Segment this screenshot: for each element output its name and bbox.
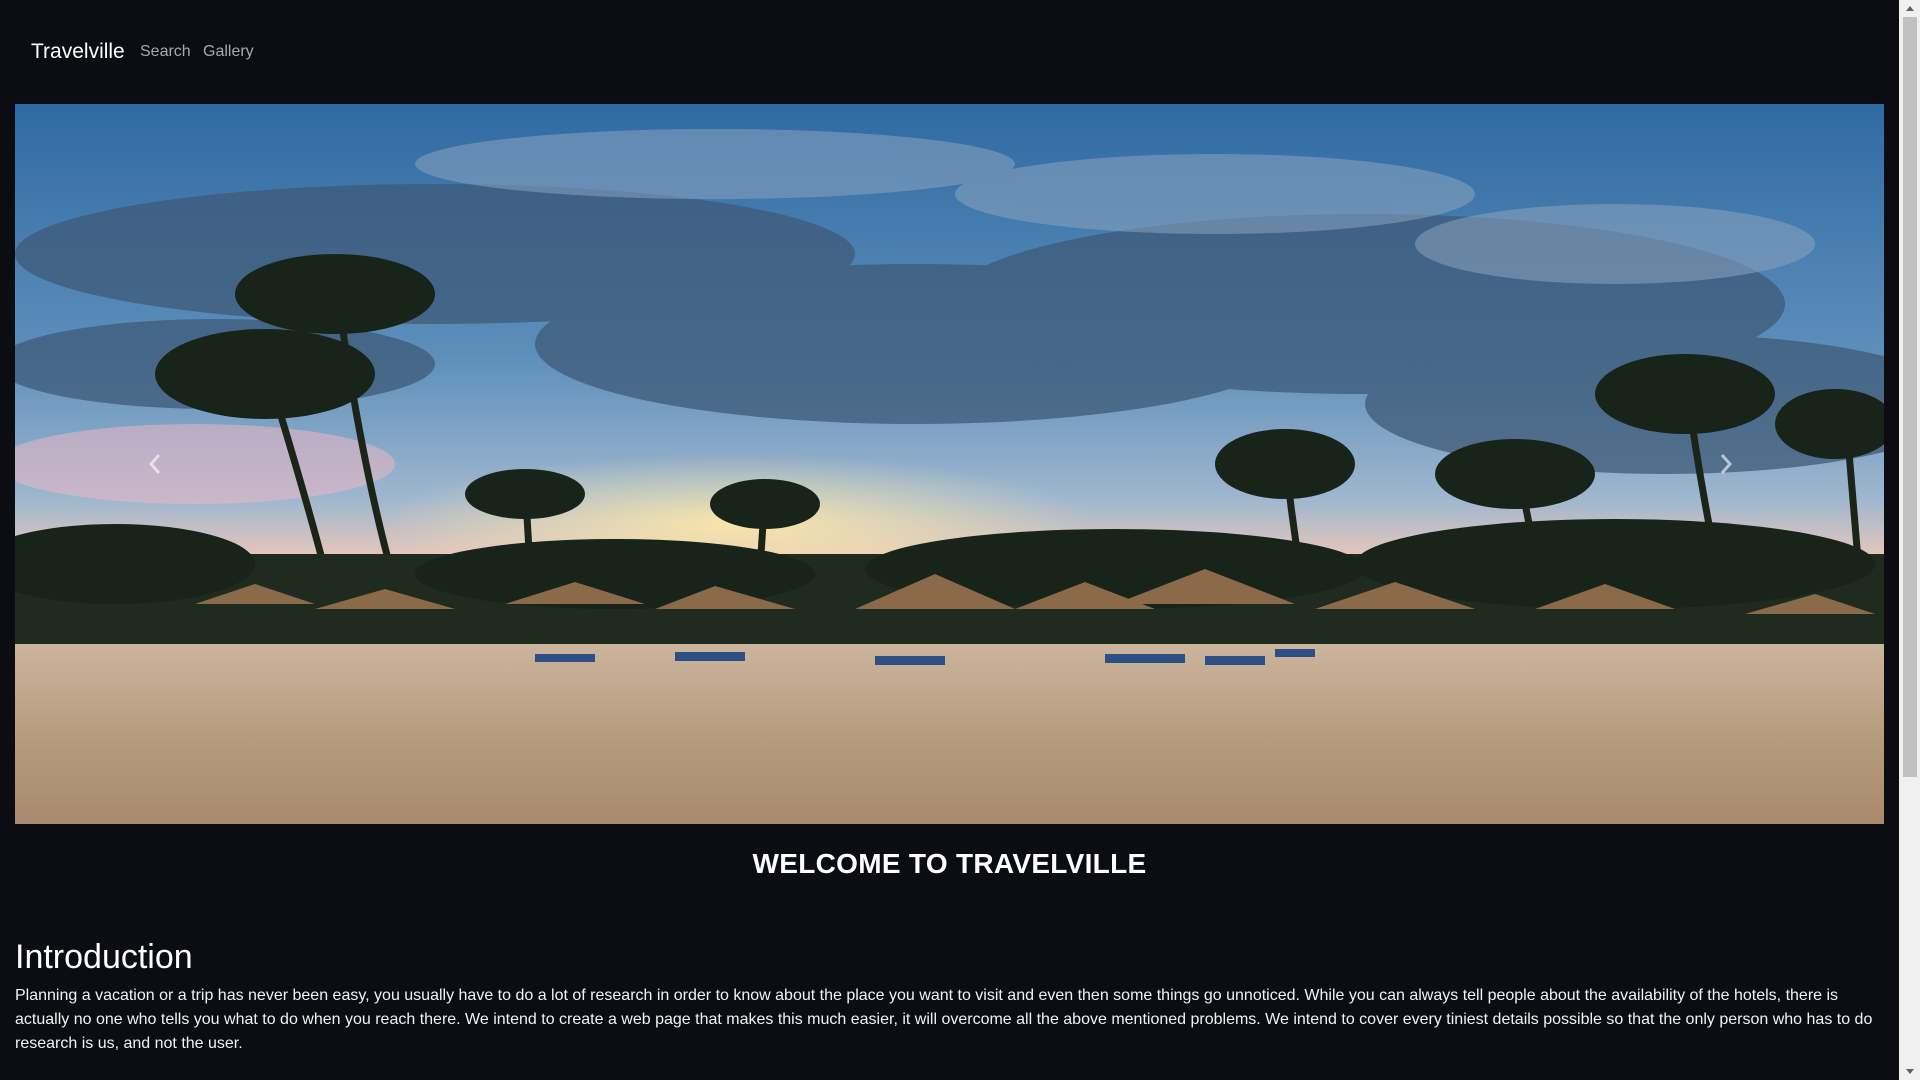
welcome-heading: WELCOME TO TRAVELVILLE <box>752 848 1147 879</box>
scroll-down-arrow-icon[interactable] <box>1899 1063 1920 1080</box>
beach-palm-sunset-image <box>15 104 1884 824</box>
chevron-right-icon <box>1720 454 1733 474</box>
intro-paragraph: Planning a vacation or a trip has never … <box>15 987 1873 1052</box>
nav-link-search[interactable]: Search <box>140 43 191 61</box>
chevron-left-icon <box>148 454 161 474</box>
carousel-next-button[interactable] <box>1696 434 1756 494</box>
vertical-scrollbar[interactable] <box>1899 0 1920 1080</box>
scroll-up-arrow-icon[interactable] <box>1899 0 1920 17</box>
nav-link-gallery[interactable]: Gallery <box>203 43 254 61</box>
intro-heading: Introduction <box>15 938 193 976</box>
carousel-prev-button[interactable] <box>125 434 185 494</box>
hero-carousel <box>15 104 1884 824</box>
brand-link[interactable]: Travelville <box>31 40 125 64</box>
scroll-thumb[interactable] <box>1903 17 1917 777</box>
navbar: Travelville Search Gallery <box>0 0 1899 104</box>
page: Travelville Search Gallery WELCOME TO TR… <box>0 0 1899 1080</box>
